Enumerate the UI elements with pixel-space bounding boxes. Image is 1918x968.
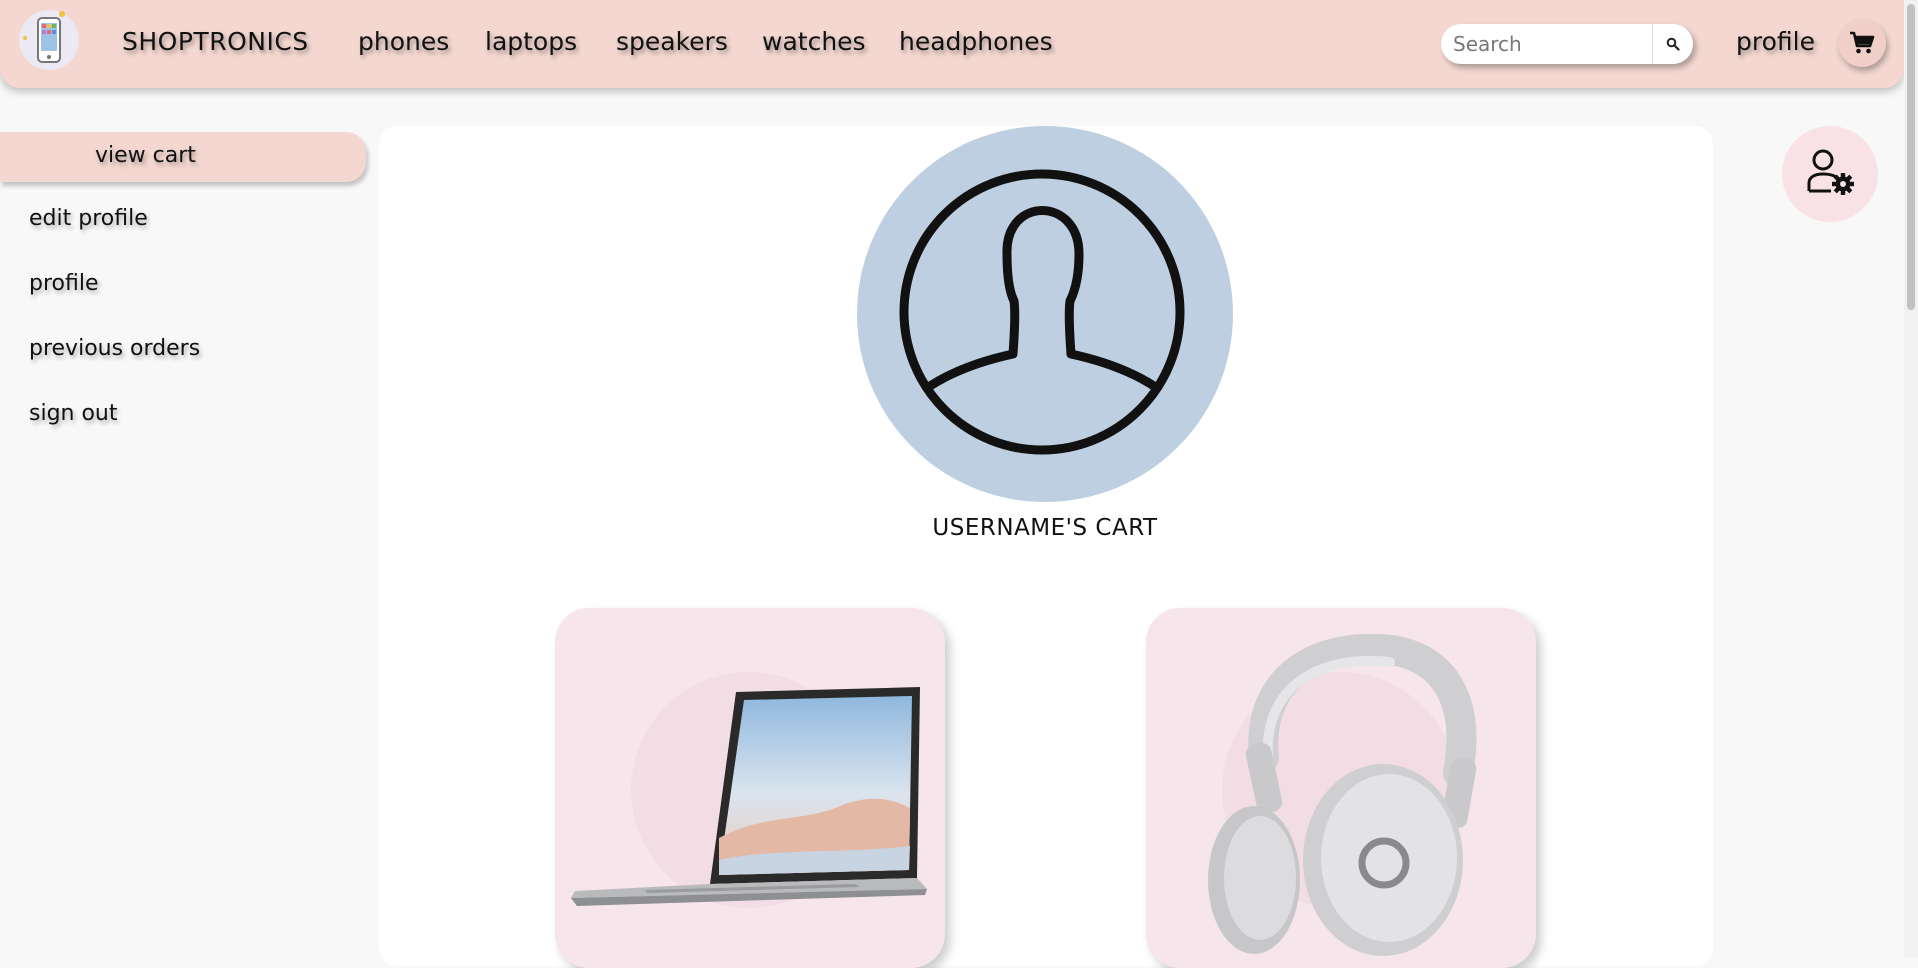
cart-icon <box>1850 31 1875 54</box>
nav-profile[interactable]: profile <box>1736 27 1815 56</box>
product-card-headphones[interactable] <box>1146 608 1536 968</box>
user-settings-button[interactable] <box>1782 126 1878 222</box>
phone-logo-icon[interactable] <box>19 10 79 70</box>
sidebar-item-previous-orders[interactable]: previous orders <box>29 336 200 361</box>
sidebar-item-sign-out[interactable]: sign out <box>29 401 118 426</box>
user-settings-icon <box>1807 149 1854 195</box>
search-input[interactable] <box>1441 24 1649 64</box>
sidebar-item-view-cart[interactable]: view cart <box>95 143 196 168</box>
top-navbar: SHOPTRONICS phones laptops speakers watc… <box>0 0 1904 88</box>
laptop-image <box>571 687 927 906</box>
brand-name[interactable]: SHOPTRONICS <box>122 27 309 56</box>
nav-speakers[interactable]: speakers <box>616 27 728 56</box>
nav-laptops[interactable]: laptops <box>485 27 577 56</box>
cart-button[interactable] <box>1838 19 1886 67</box>
sidebar-item-edit-profile[interactable]: edit profile <box>29 206 148 231</box>
nav-phones[interactable]: phones <box>358 27 449 56</box>
nav-watches[interactable]: watches <box>762 27 866 56</box>
user-avatar-icon <box>857 126 1233 502</box>
nav-headphones[interactable]: headphones <box>899 27 1053 56</box>
search-button[interactable] <box>1652 24 1692 64</box>
page-scrollbar[interactable] <box>1904 0 1918 957</box>
cart-title: USERNAME'S CART <box>932 515 1158 541</box>
headphones-image <box>1208 634 1477 956</box>
scrollbar-thumb[interactable] <box>1907 4 1915 310</box>
sidebar-item-profile[interactable]: profile <box>29 271 99 296</box>
product-card-laptop[interactable] <box>555 608 945 968</box>
search-icon <box>1666 37 1680 51</box>
